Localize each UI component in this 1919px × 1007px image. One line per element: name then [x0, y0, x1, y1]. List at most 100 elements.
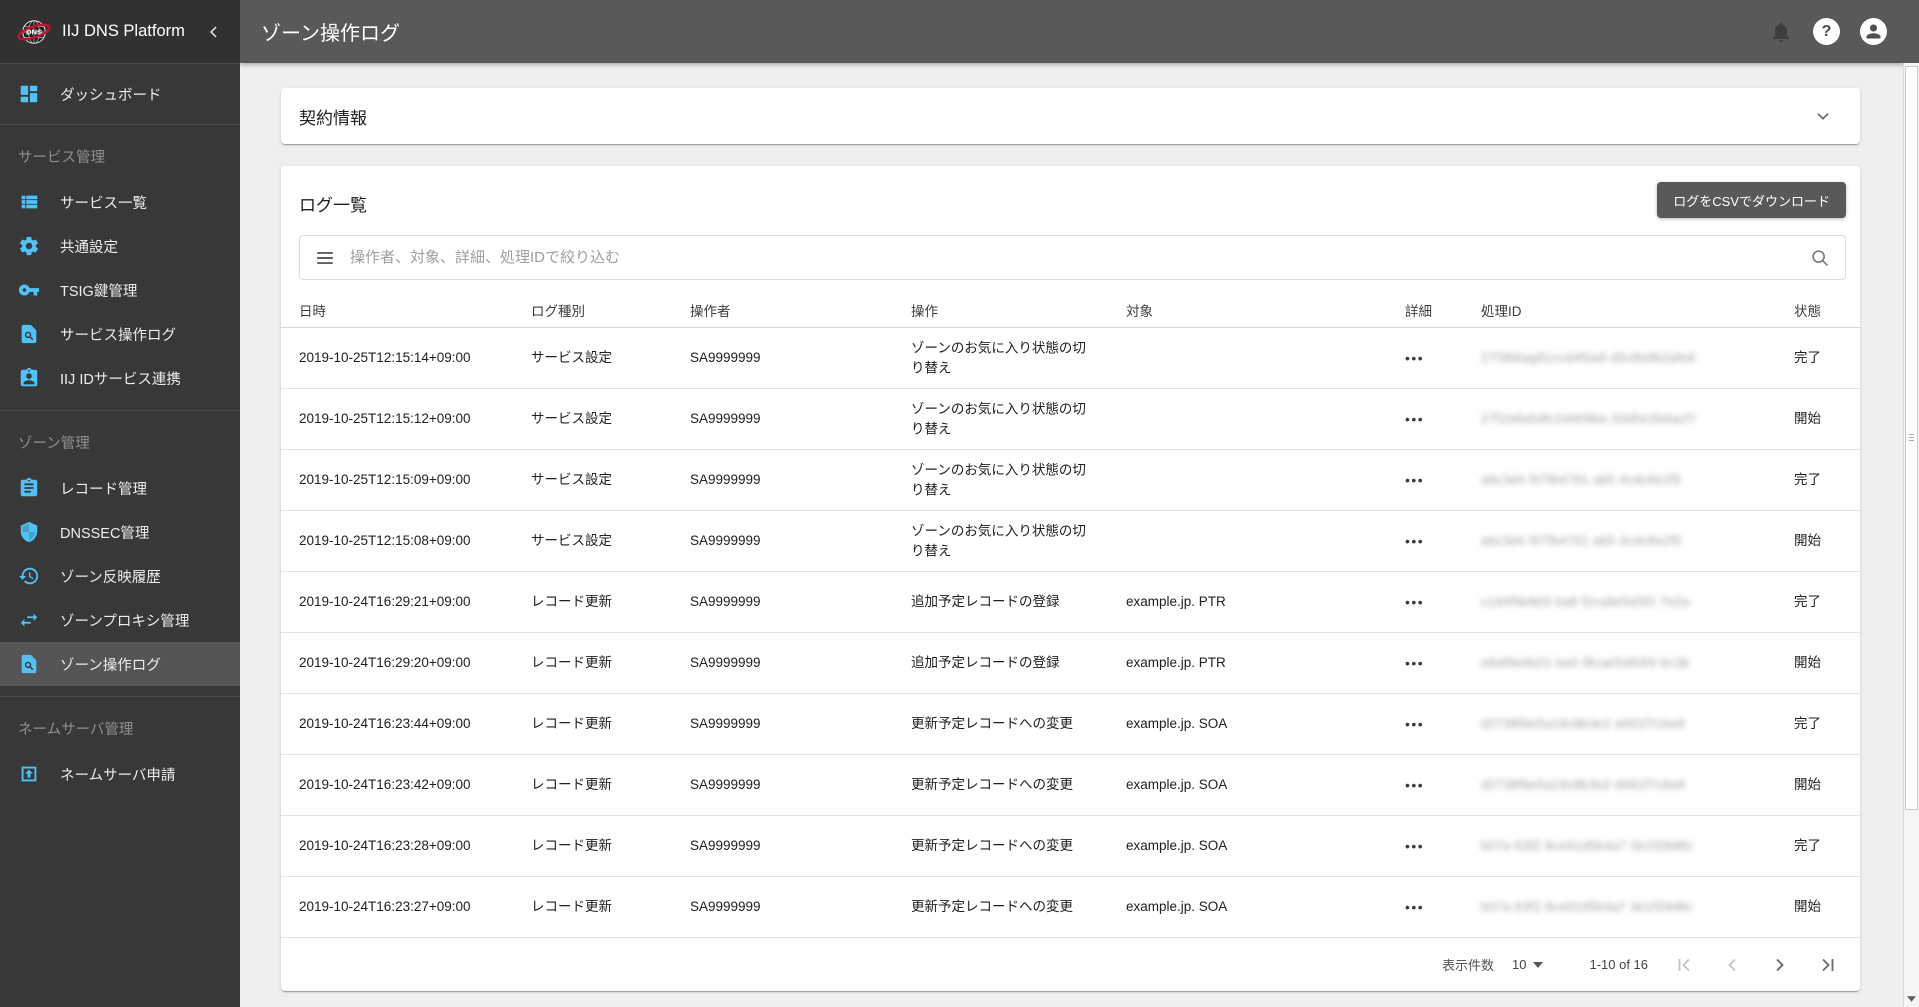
sidebar-item[interactable]: TSIG鍵管理 — [0, 268, 240, 312]
sidebar-item[interactable]: ゾーンプロキシ管理 — [0, 598, 240, 642]
chevron-down-icon — [1812, 105, 1834, 127]
detail-menu-button[interactable]: ••• — [1405, 775, 1449, 795]
search-icon[interactable] — [1809, 247, 1831, 269]
detail-menu-button[interactable]: ••• — [1405, 470, 1449, 490]
column-process-id: 処理ID — [1481, 304, 1522, 319]
cell-log-type: レコード更新 — [531, 838, 612, 854]
next-page-button[interactable] — [1768, 953, 1792, 977]
cell-log-type: レコード更新 — [531, 594, 612, 610]
top-header: ゾーン操作ログ ? — [240, 0, 1919, 63]
first-page-button[interactable] — [1672, 953, 1696, 977]
cell-process-id: d2738f6e5a19c8b3e2 d491f7c6e8 — [1481, 716, 1686, 731]
table-row: 2019-10-24T16:23:27+09:00 レコード更新 SA99999… — [281, 877, 1860, 938]
sidebar-item[interactable]: ゾーン操作ログ — [0, 642, 240, 686]
cell-process-id: 27f3b6ag91ccd4f0a9 d5c8e9b2afe6 — [1481, 350, 1696, 365]
sidebar-item[interactable]: 共通設定 — [0, 224, 240, 268]
last-page-button[interactable] — [1816, 953, 1840, 977]
detail-menu-button[interactable]: ••• — [1405, 836, 1449, 856]
cell-status: 開始 — [1794, 533, 1821, 549]
table-row: 2019-10-25T12:15:12+09:00 サービス設定 SA99999… — [281, 389, 1860, 450]
detail-menu-button[interactable]: ••• — [1405, 531, 1449, 551]
sidebar-section: ネームサーバ管理ネームサーバ申請 — [0, 697, 240, 806]
table-row: 2019-10-24T16:23:44+09:00 レコード更新 SA99999… — [281, 694, 1860, 755]
contract-accordion[interactable]: 契約情報 — [281, 88, 1860, 144]
sidebar-item-label: IIJ IDサービス連携 — [60, 371, 181, 388]
download-csv-button[interactable]: ログをCSVでダウンロード — [1657, 182, 1846, 218]
cell-log-type: レコード更新 — [531, 655, 612, 671]
sidebar-item-label: サービス一覧 — [60, 195, 147, 212]
cell-datetime: 2019-10-25T12:15:14+09:00 — [299, 350, 471, 366]
sidebar-item-label: ダッシュボード — [60, 87, 162, 104]
sidebar-item[interactable]: サービス一覧 — [0, 180, 240, 224]
column-datetime: 日時 — [299, 304, 326, 319]
column-target: 対象 — [1126, 304, 1153, 319]
account-button[interactable] — [1860, 18, 1887, 45]
column-operation: 操作 — [911, 304, 938, 319]
column-operator: 操作者 — [690, 304, 731, 319]
cell-status: 完了 — [1794, 716, 1821, 732]
sidebar-section: ダッシュボード — [0, 64, 240, 124]
cell-status: 完了 — [1794, 472, 1821, 488]
detail-menu-button[interactable]: ••• — [1405, 348, 1449, 368]
cell-operator: SA9999999 — [690, 472, 761, 488]
column-status: 状態 — [1794, 304, 1821, 319]
scrollbar-down-button[interactable] — [1904, 990, 1919, 1007]
detail-menu-button[interactable]: ••• — [1405, 714, 1449, 734]
detail-menu-button[interactable]: ••• — [1405, 653, 1449, 673]
sidebar-section-title: サービス管理 — [18, 150, 105, 166]
cell-process-id: b07a 63f2 8ce91d5b4a7 3e1f29d8c — [1481, 899, 1694, 914]
cell-operator: SA9999999 — [690, 533, 761, 549]
notifications-bell-icon[interactable] — [1769, 20, 1793, 44]
sidebar-item[interactable]: レコード管理 — [0, 466, 240, 510]
scrollbar-thumb[interactable] — [1905, 66, 1918, 810]
log-search-icon — [18, 653, 40, 675]
sidebar-item[interactable]: ダッシュボード — [0, 72, 240, 116]
clipboard-icon — [18, 477, 40, 499]
sidebar-item[interactable]: ゾーン反映履歴 — [0, 554, 240, 598]
sidebar-section-title: ゾーン管理 — [18, 436, 90, 452]
history-icon — [18, 565, 40, 587]
cell-target: example.jp. PTR — [1126, 594, 1226, 610]
key-icon — [18, 279, 40, 301]
log-list-title: ログ一覧 — [299, 196, 367, 215]
sidebar-item-label: ネームサーバ申請 — [60, 767, 176, 784]
cell-log-type: サービス設定 — [531, 472, 612, 488]
sidebar-item[interactable]: IIJ IDサービス連携 — [0, 356, 240, 400]
cell-datetime: 2019-10-24T16:23:27+09:00 — [299, 899, 471, 915]
sidebar-item[interactable]: サービス操作ログ — [0, 312, 240, 356]
gear-icon — [18, 235, 40, 257]
detail-menu-button[interactable]: ••• — [1405, 897, 1449, 917]
swap-arrows-icon — [18, 609, 40, 631]
table-row: 2019-10-25T12:15:14+09:00 サービス設定 SA99999… — [281, 328, 1860, 389]
search-input[interactable] — [350, 249, 1809, 266]
detail-menu-button[interactable]: ••• — [1405, 409, 1449, 429]
table-row: 2019-10-25T12:15:08+09:00 サービス設定 SA99999… — [281, 511, 1860, 572]
cell-datetime: 2019-10-25T12:15:12+09:00 — [299, 411, 471, 427]
rows-per-page-select[interactable]: 10 — [1512, 957, 1544, 972]
cell-target: example.jp. SOA — [1126, 716, 1228, 732]
cell-operation: 追加予定レコードの登録 — [911, 655, 1060, 671]
pagination: 表示件数 10 1-10 of 16 — [281, 938, 1860, 991]
sidebar-item-label: ゾーンプロキシ管理 — [60, 613, 190, 630]
prev-page-button[interactable] — [1720, 953, 1744, 977]
cell-operator: SA9999999 — [690, 350, 761, 366]
search-box — [299, 235, 1846, 280]
detail-menu-button[interactable]: ••• — [1405, 592, 1449, 612]
cell-operation: 更新予定レコードへの変更 — [911, 838, 1073, 854]
sidebar-item[interactable]: ネームサーバ申請 — [0, 752, 240, 796]
cell-process-id: c194f9e8d3 ba8 f2ca9e5d3f2 7e2a — [1481, 594, 1690, 609]
cell-datetime: 2019-10-25T12:15:08+09:00 — [299, 533, 471, 549]
table-row: 2019-10-24T16:23:28+09:00 レコード更新 SA99999… — [281, 816, 1860, 877]
dns-globe-logo-icon: DNS — [16, 14, 52, 50]
table-body: 2019-10-25T12:15:14+09:00 サービス設定 SA99999… — [281, 328, 1860, 938]
sidebar-section-title: ネームサーバ管理 — [18, 722, 134, 738]
sidebar-collapse-icon[interactable] — [204, 22, 224, 42]
table-row: 2019-10-25T12:15:09+09:00 サービス設定 SA99999… — [281, 450, 1860, 511]
sidebar-item[interactable]: DNSSEC管理 — [0, 510, 240, 554]
cell-operator: SA9999999 — [690, 411, 761, 427]
filter-menu-icon[interactable] — [314, 247, 336, 269]
table-header: 日時 ログ種別 操作者 操作 対象 詳細 処理ID 状態 — [281, 294, 1860, 328]
help-button[interactable]: ? — [1813, 18, 1840, 45]
table-row: 2019-10-24T16:29:20+09:00 レコード更新 SA99999… — [281, 633, 1860, 694]
cell-log-type: サービス設定 — [531, 533, 612, 549]
